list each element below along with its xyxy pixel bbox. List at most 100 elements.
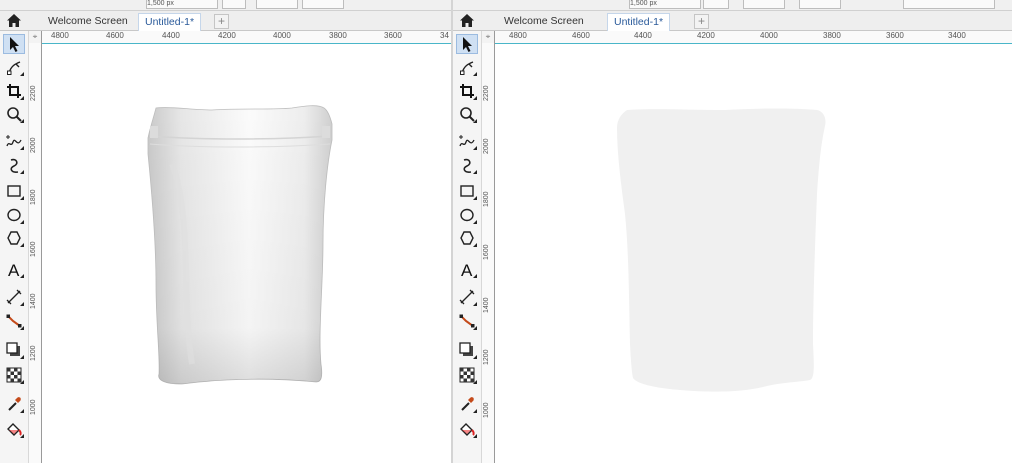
vertical-ruler[interactable]: 2200 2000 1800 1600 1400 1200 1000 [29, 43, 42, 463]
ellipse-tool[interactable] [3, 205, 25, 225]
parallel-dimension-tool[interactable] [3, 287, 25, 307]
property-field[interactable] [743, 0, 785, 9]
vertical-ruler[interactable]: 2200 2000 1800 1600 1400 1200 1000 [482, 43, 495, 463]
drop-shadow-tool[interactable] [456, 340, 478, 360]
flyout-indicator [20, 170, 24, 174]
home-icon[interactable] [459, 13, 475, 28]
parallel-dimension-tool[interactable] [456, 287, 478, 307]
zoom-tool[interactable] [3, 104, 25, 124]
drawing-canvas[interactable] [42, 44, 451, 463]
ruler-label: 1400 [483, 297, 490, 313]
ruler-label: 4800 [509, 31, 527, 40]
zoom-tool[interactable] [456, 104, 478, 124]
tab-untitled-1[interactable]: Untitled-1* [138, 13, 202, 31]
flyout-indicator [473, 274, 477, 278]
flyout-indicator [473, 196, 477, 200]
interactive-fill-tool[interactable] [3, 419, 25, 439]
home-icon[interactable] [6, 13, 22, 28]
freehand-tool[interactable] [3, 131, 25, 151]
artistic-media-tool[interactable] [456, 155, 478, 175]
flyout-indicator [473, 326, 477, 330]
document-tab-bar: Welcome Screen Untitled-1* + [0, 11, 451, 31]
property-field[interactable] [256, 0, 298, 9]
property-bar-strip: 1,500 px [0, 0, 451, 11]
transparency-tool[interactable] [456, 365, 478, 385]
property-field[interactable] [222, 0, 246, 9]
ruler-label: 3400 [948, 31, 966, 40]
flyout-indicator [473, 96, 477, 100]
rectangle-tool[interactable] [456, 181, 478, 201]
artistic-media-tool[interactable] [3, 155, 25, 175]
pick-tool[interactable] [456, 34, 478, 54]
ruler-label: 1400 [30, 293, 37, 309]
flyout-indicator [20, 196, 24, 200]
connector-tool[interactable] [456, 311, 478, 331]
flyout-indicator [20, 355, 24, 359]
polygon-tool[interactable] [3, 228, 25, 248]
ruler-label: 4000 [273, 31, 291, 40]
object-size-field[interactable]: 1,500 px [146, 0, 218, 9]
polygon-tool[interactable] [456, 228, 478, 248]
property-field[interactable] [799, 0, 841, 9]
text-glyph: A [461, 261, 473, 278]
flyout-indicator [20, 146, 24, 150]
tab-welcome-screen[interactable]: Welcome Screen [498, 13, 590, 30]
flyout-indicator [473, 220, 477, 224]
new-tab-button[interactable]: + [694, 14, 709, 29]
ruler-label: 2000 [30, 137, 37, 153]
document-tab-bar: Welcome Screen Untitled-1* + [453, 11, 1012, 31]
pointer-icon [458, 35, 476, 53]
pick-tool[interactable] [3, 34, 25, 54]
transparency-tool[interactable] [3, 365, 25, 385]
eyedropper-tool[interactable] [456, 394, 478, 414]
ruler-label: 1000 [30, 399, 37, 415]
flyout-indicator [20, 96, 24, 100]
ruler-label: 2200 [483, 85, 490, 101]
flyout-indicator [473, 434, 477, 438]
shape-tool[interactable] [456, 57, 478, 77]
drawing-canvas[interactable] [495, 44, 1012, 463]
flyout-indicator [473, 355, 477, 359]
ruler-label: 1200 [483, 349, 490, 365]
property-field[interactable] [703, 0, 729, 9]
document-window-right: 1,500 px Welcome Screen Untitled-1* + A … [453, 0, 1012, 463]
text-glyph: A [8, 261, 20, 278]
crop-tool[interactable] [3, 81, 25, 101]
flyout-indicator [473, 146, 477, 150]
property-field[interactable] [903, 0, 995, 9]
eyedropper-tool[interactable] [3, 394, 25, 414]
flyout-indicator [20, 119, 24, 123]
tab-untitled-1[interactable]: Untitled-1* [607, 13, 671, 31]
flyout-indicator [473, 302, 477, 306]
ruler-label: 1800 [483, 191, 490, 207]
text-tool[interactable]: A [3, 259, 25, 279]
ruler-label: 3800 [329, 31, 347, 40]
pouch-silhouette-shape[interactable] [495, 44, 1012, 463]
shape-tool[interactable] [3, 57, 25, 77]
text-tool[interactable]: A [456, 259, 478, 279]
flyout-indicator [20, 243, 24, 247]
flyout-indicator [473, 72, 477, 76]
flyout-indicator [20, 326, 24, 330]
interactive-fill-tool[interactable] [456, 419, 478, 439]
flyout-indicator [473, 409, 477, 413]
rectangle-tool[interactable] [3, 181, 25, 201]
ellipse-tool[interactable] [456, 205, 478, 225]
flyout-indicator [473, 380, 477, 384]
flyout-indicator [20, 380, 24, 384]
tab-welcome-screen[interactable]: Welcome Screen [42, 13, 134, 30]
ruler-label: 4200 [218, 31, 236, 40]
pouch-mockup-image[interactable] [42, 44, 451, 463]
freehand-tool[interactable] [456, 131, 478, 151]
ruler-label: 4600 [572, 31, 590, 40]
object-size-field[interactable]: 1,500 px [629, 0, 701, 9]
flyout-indicator [20, 302, 24, 306]
crop-tool[interactable] [456, 81, 478, 101]
connector-tool[interactable] [3, 311, 25, 331]
ruler-label: 34 [440, 31, 449, 40]
drop-shadow-tool[interactable] [3, 340, 25, 360]
ruler-label: 3600 [886, 31, 904, 40]
new-tab-button[interactable]: + [214, 14, 229, 29]
ruler-label: 3600 [384, 31, 402, 40]
property-field[interactable] [302, 0, 344, 9]
